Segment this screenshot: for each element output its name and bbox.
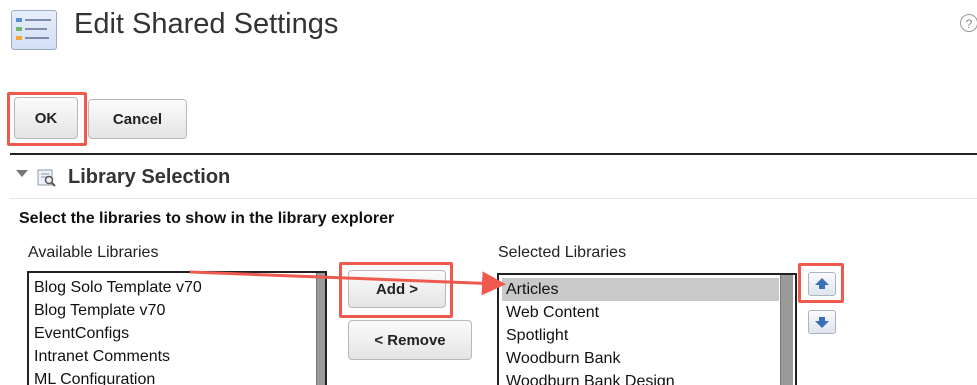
- move-down-button[interactable]: [808, 310, 836, 334]
- selected-library-item[interactable]: Woodburn Bank Design: [502, 370, 779, 385]
- available-scrollbar[interactable]: [316, 273, 325, 385]
- selected-library-item[interactable]: Web Content: [502, 301, 779, 324]
- selected-libraries-label: Selected Libraries: [498, 244, 627, 261]
- selected-library-item[interactable]: Spotlight: [502, 324, 779, 347]
- page-icon: [11, 10, 57, 50]
- instructions-text: Select the libraries to show in the libr…: [19, 210, 395, 227]
- remove-button[interactable]: < Remove: [348, 320, 472, 360]
- section-title[interactable]: Library Selection: [68, 166, 230, 189]
- section-divider: [10, 198, 977, 199]
- arrow-down-icon: [815, 317, 829, 328]
- selected-library-item[interactable]: Articles: [502, 278, 779, 301]
- move-up-highlight: [798, 263, 844, 303]
- add-button-highlight: [339, 262, 453, 318]
- question-circle-icon[interactable]: ?: [960, 14, 977, 32]
- ok-button-highlight: [7, 92, 87, 146]
- available-library-item[interactable]: Blog Solo Template v70: [34, 276, 299, 299]
- cancel-button[interactable]: Cancel: [88, 99, 187, 139]
- available-library-item[interactable]: EventConfigs: [34, 322, 299, 345]
- available-library-item[interactable]: Blog Template v70: [34, 299, 299, 322]
- selected-libraries-listbox[interactable]: Articles Web Content Spotlight Woodburn …: [497, 273, 797, 385]
- available-libraries-listbox[interactable]: Blog Solo Template v70 Blog Template v70…: [27, 271, 327, 385]
- available-library-item[interactable]: ML Configuration: [34, 368, 299, 385]
- selected-library-item[interactable]: Woodburn Bank: [502, 347, 779, 370]
- collapse-triangle-icon[interactable]: [16, 170, 28, 177]
- available-library-item[interactable]: Intranet Comments: [34, 345, 299, 368]
- page-title: Edit Shared Settings: [74, 8, 339, 40]
- available-libraries-label: Available Libraries: [28, 244, 159, 261]
- library-search-icon: [37, 169, 56, 187]
- toolbar-divider: [10, 153, 977, 155]
- selected-scrollbar[interactable]: [780, 275, 793, 385]
